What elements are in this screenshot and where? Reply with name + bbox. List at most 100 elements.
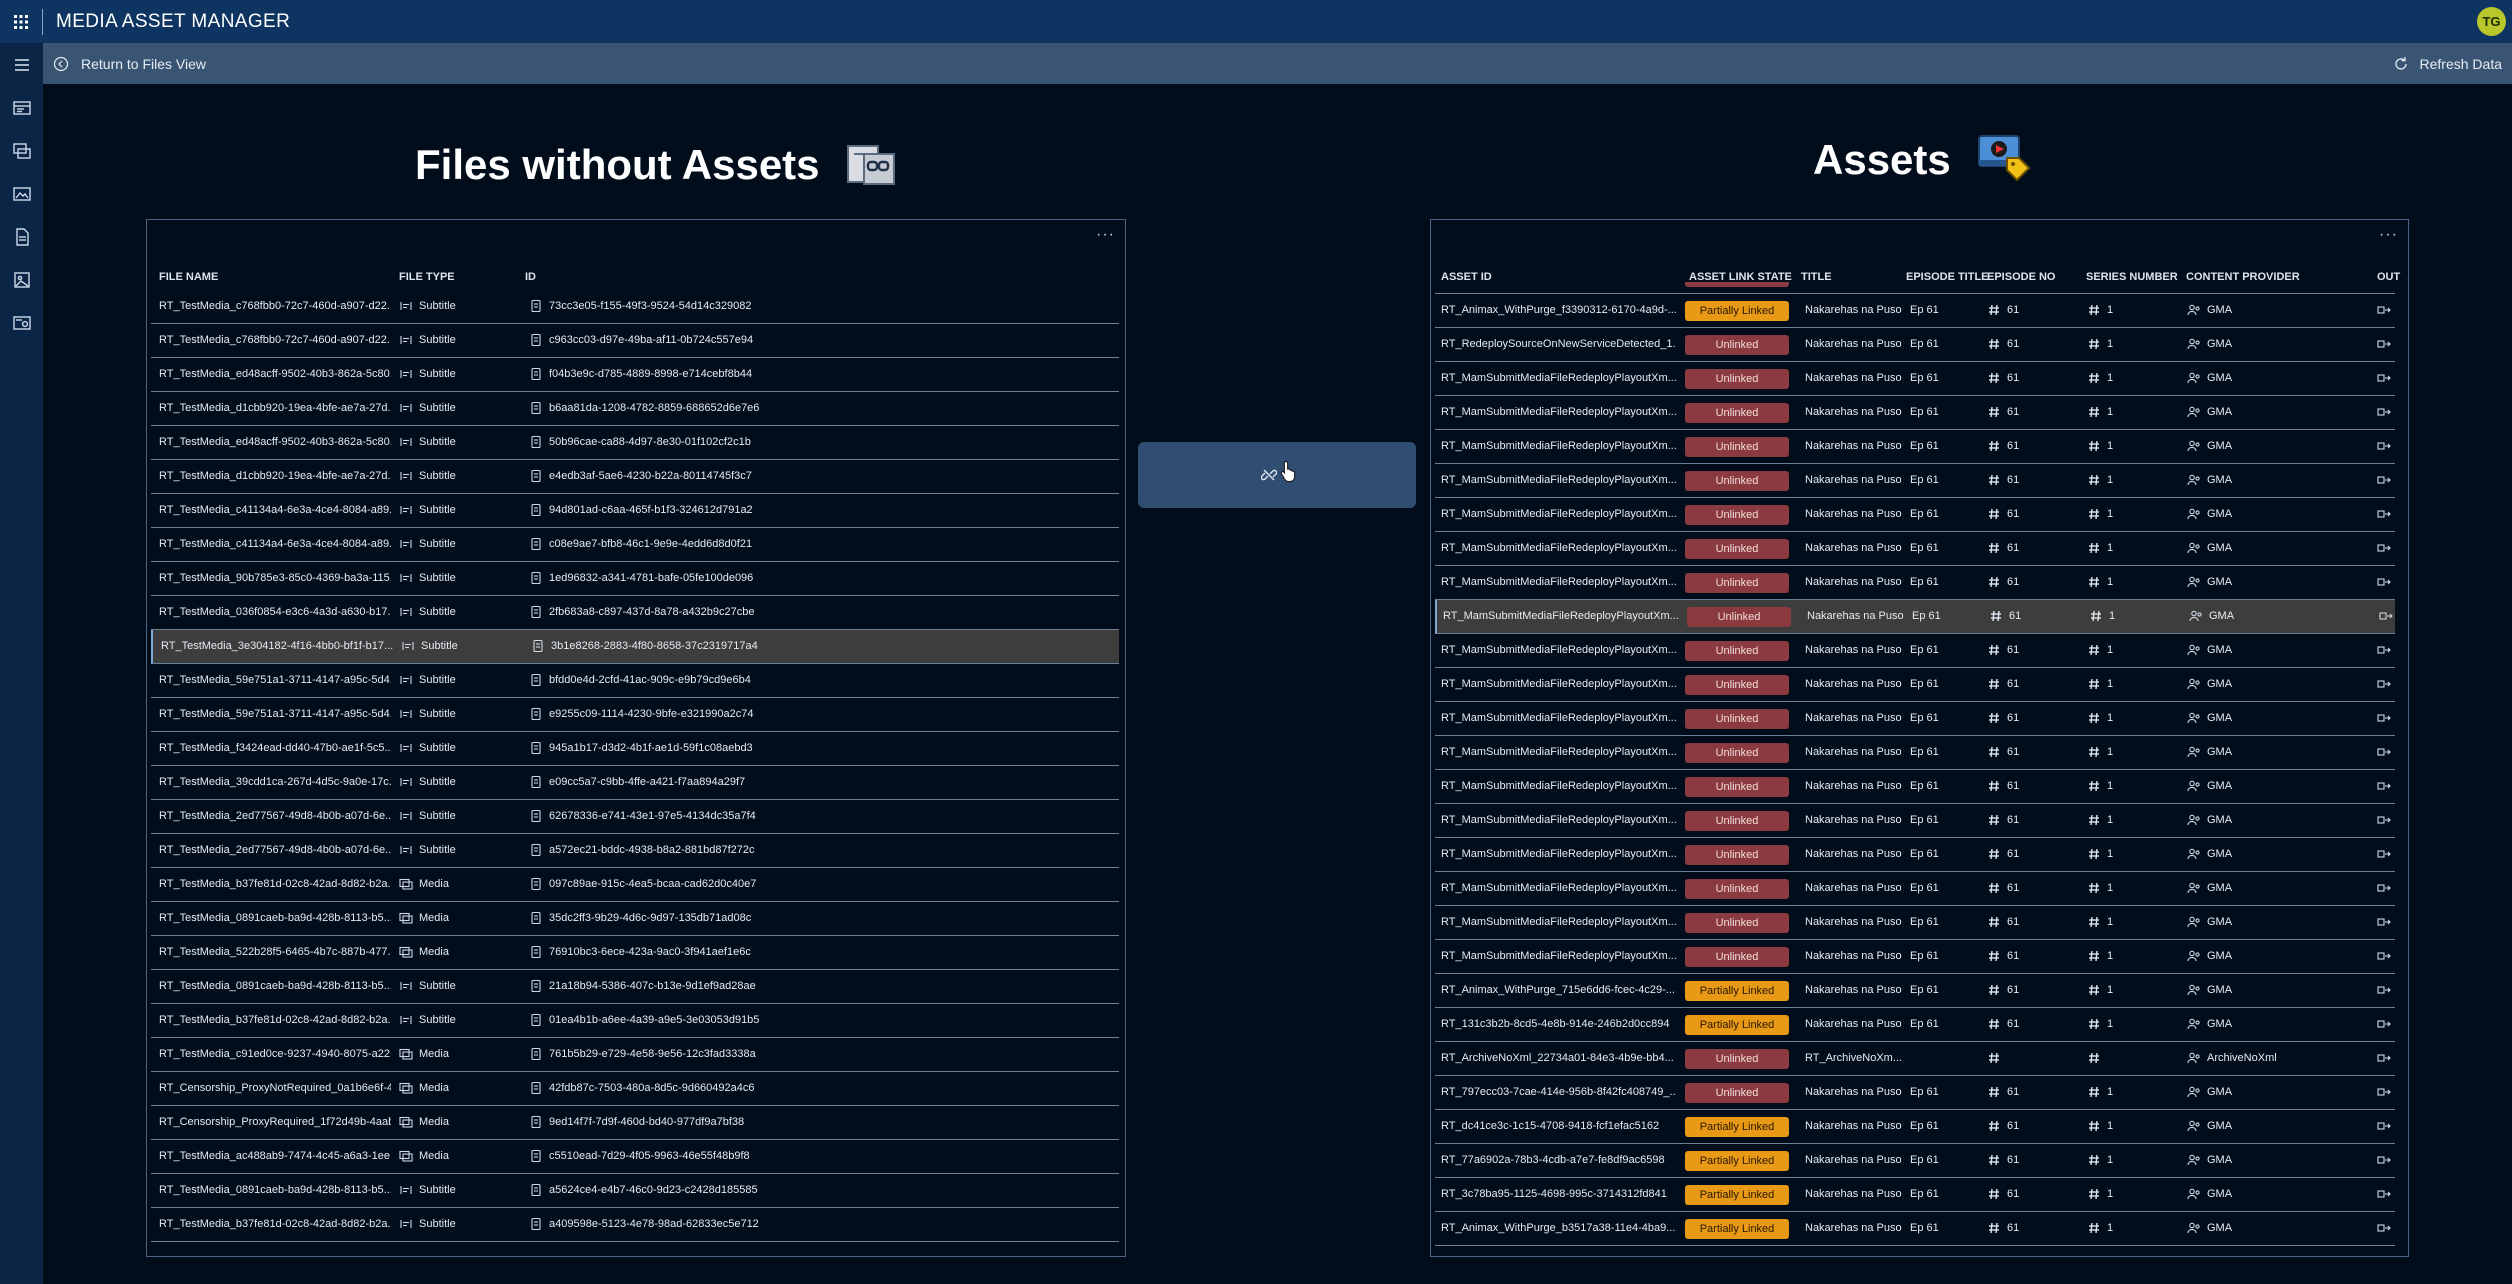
return-to-files-button[interactable]: Return to Files View: [53, 56, 206, 72]
table-row[interactable]: RT_TestMedia_c768fbb0-72c7-460d-a907-d22…: [151, 290, 1119, 324]
hamburger-icon: [14, 58, 29, 71]
file-name-cell: RT_TestMedia_0891caeb-ba9d-428b-8113-b5.…: [159, 912, 391, 924]
table-row[interactable]: RT_TestMedia_59e751a1-3711-4147-a95c-5d4…: [151, 664, 1119, 698]
table-row[interactable]: RT_ArchiveNoXml_22734a01-84e3-4b9e-bb4..…: [1435, 1042, 2395, 1076]
unlinked-badge: Unlinked: [1685, 913, 1789, 933]
table-row[interactable]: RT_TestMedia_f3424ead-dd40-47b0-ae1f-5c5…: [151, 732, 1119, 766]
table-row[interactable]: RT_MamSubmitMediaFileRedeployPlayoutXm..…: [1435, 566, 2395, 600]
table-row[interactable]: RT_TestMedia_b37fe81d-02c8-42ad-8d82-b2a…: [151, 1004, 1119, 1038]
table-row[interactable]: RT_77a6902a-78b3-4cdb-a7e7-fe8df9ac6598 P…: [1435, 1144, 2395, 1178]
table-row[interactable]: RT_MamSubmitMediaFileRedeployPlayoutXm..…: [1435, 600, 2395, 634]
col-id[interactable]: ID: [525, 271, 536, 283]
table-row[interactable]: RT_Animax_WithPurge_715e6dd6-fcec-4c29-.…: [1435, 974, 2395, 1008]
content-provider-icon: [2187, 1017, 2201, 1031]
table-row[interactable]: RT_MamSubmitMediaFileRedeployPlayoutXm..…: [1435, 736, 2395, 770]
table-row[interactable]: RT_TestMedia_b37fe81d-02c8-42ad-8d82-b2a…: [151, 1208, 1119, 1242]
table-row[interactable]: RT_RedeployOnNewServiceDetected_4...Unli…: [1435, 282, 2395, 294]
table-row[interactable]: RT_Censorship_ProxyNotRequired_0a1b6e6f-…: [151, 1072, 1119, 1106]
hash-icon: [2087, 1187, 2101, 1201]
table-row[interactable]: RT_Censorship_ProxyRequired_1f72d49b-4aa…: [151, 1106, 1119, 1140]
files-table-more-button[interactable]: ···: [1096, 226, 1115, 244]
nav-media-files[interactable]: [0, 129, 43, 172]
table-row[interactable]: RT_TestMedia_2ed77567-49d8-4b0b-a07d-6e.…: [151, 800, 1119, 834]
table-row[interactable]: RT_MamSubmitMediaFileRedeployPlayoutXm..…: [1435, 430, 2395, 464]
link-button[interactable]: Li: [1138, 442, 1416, 508]
table-row[interactable]: RT_MamSubmitMediaFileRedeployPlayoutXm..…: [1435, 634, 2395, 668]
table-row[interactable]: RT_TestMedia_3e304182-4f16-4bb0-bf1f-b17…: [151, 630, 1119, 664]
refresh-data-button[interactable]: Refresh Data: [2392, 43, 2502, 84]
table-row[interactable]: RT_TestMedia_036f0854-e3c6-4a3d-a630-b17…: [151, 596, 1119, 630]
nav-assets[interactable]: [0, 172, 43, 215]
table-row[interactable]: RT_TestMedia_c768fbb0-72c7-460d-a907-d22…: [151, 324, 1119, 358]
table-row[interactable]: RT_MamSubmitMediaFileRedeployPlayoutXm..…: [1435, 838, 2395, 872]
table-row[interactable]: RT_TestMedia_c41134a4-6e3a-4ce4-8084-a89…: [151, 528, 1119, 562]
nav-dashboard[interactable]: [0, 86, 43, 129]
table-row[interactable]: RT_TestMedia_0891caeb-ba9d-428b-8113-b5.…: [151, 970, 1119, 1004]
hash-icon: [1987, 779, 2001, 793]
table-row[interactable]: RT_TestMedia_b37fe81d-02c8-42ad-8d82-b2a…: [151, 868, 1119, 902]
table-row[interactable]: RT_RedeploySourceOnNewServiceDetected_1.…: [1435, 328, 2395, 362]
table-row[interactable]: RT_TestMedia_ac488ab9-7474-4c45-a6a3-1ee…: [151, 1140, 1119, 1174]
content-provider-cell: GMA: [2207, 814, 2233, 826]
table-row[interactable]: RT_TestMedia_c41134a4-6e3a-4ce4-8084-a89…: [151, 494, 1119, 528]
table-row[interactable]: RT_TestMedia_c91ed0ce-9237-4940-8075-a22…: [151, 1038, 1119, 1072]
asset-id-cell: RT_MamSubmitMediaFileRedeployPlayoutXm..…: [1441, 644, 1676, 656]
table-row[interactable]: RT_797ecc03-7cae-414e-956b-8f42fc408749_…: [1435, 1076, 2395, 1110]
app-launcher-button[interactable]: [0, 0, 42, 43]
app-title: MEDIA ASSET MANAGER: [56, 10, 291, 32]
table-row[interactable]: RT_TestMedia_59e751a1-3711-4147-a95c-5d4…: [151, 698, 1119, 732]
content-provider-icon: [2187, 507, 2201, 521]
table-row[interactable]: RT_TestMedia_ed48acff-9502-40b3-862a-5c8…: [151, 426, 1119, 460]
id-card-icon: [531, 639, 545, 653]
table-row[interactable]: RT_TestMedia_90b785e3-85c0-4369-ba3a-115…: [151, 562, 1119, 596]
file-type-cell: Subtitle: [419, 334, 456, 346]
left-nav-rail: [0, 43, 43, 1284]
table-row[interactable]: RT_MamSubmitMediaFileRedeployPlayoutXm..…: [1435, 362, 2395, 396]
col-file-name[interactable]: FILE NAME: [159, 271, 218, 283]
partially-linked-badge: Partially Linked: [1685, 1185, 1789, 1205]
assets-table-more-button[interactable]: ···: [2379, 226, 2398, 244]
nav-documents[interactable]: [0, 215, 43, 258]
nav-settings[interactable]: [0, 301, 43, 344]
file-id-cell: 01ea4b1b-a6ee-4a39-a9e5-3e03053d91b5: [549, 1014, 760, 1026]
table-row[interactable]: RT_TestMedia_522b28f5-6465-4b7c-887b-477…: [151, 936, 1119, 970]
table-row[interactable]: RT_Animax_WithPurge_f3390312-6170-4a9d-.…: [1435, 294, 2395, 328]
table-row[interactable]: RT_MamSubmitMediaFileRedeployPlayoutXm..…: [1435, 804, 2395, 838]
table-row[interactable]: RT_3c78ba95-1125-4698-995c-3714312fd841 P…: [1435, 1178, 2395, 1212]
table-row[interactable]: RT_TestMedia_0891caeb-ba9d-428b-8113-b5.…: [151, 1174, 1119, 1208]
col-file-type[interactable]: FILE TYPE: [399, 271, 455, 283]
table-row[interactable]: RT_MamSubmitMediaFileRedeployPlayoutXm..…: [1435, 702, 2395, 736]
table-row[interactable]: RT_MamSubmitMediaFileRedeployPlayoutXm..…: [1435, 498, 2395, 532]
episode-no-cell: 61: [2007, 1018, 2020, 1030]
table-row[interactable]: RT_MamSubmitMediaFileRedeployPlayoutXm..…: [1435, 940, 2395, 974]
table-row[interactable]: RT_TestMedia_d1cbb920-19ea-4bfe-ae7a-27d…: [151, 460, 1119, 494]
episode-title-cell: Ep 61: [1910, 780, 1939, 792]
table-row[interactable]: RT_MamSubmitMediaFileRedeployPlayoutXm..…: [1435, 668, 2395, 702]
table-row[interactable]: RT_MamSubmitMediaFileRedeployPlayoutXm..…: [1435, 906, 2395, 940]
series-number-cell: 1: [2107, 950, 2114, 962]
nav-gallery[interactable]: [0, 258, 43, 301]
table-row[interactable]: RT_TestMedia_39cdd1ca-267d-4d5c-9a0e-17c…: [151, 766, 1119, 800]
unlinked-badge: Unlinked: [1685, 335, 1789, 355]
subtitle-icon: [399, 299, 413, 313]
media-icon: [399, 911, 413, 925]
file-type-cell: Media: [419, 912, 449, 924]
table-row[interactable]: RT_Animax_WithPurge_b3517a38-11e4-4ba9..…: [1435, 1212, 2395, 1246]
table-row[interactable]: RT_131c3b2b-8cd5-4e8b-914e-246b2d0cc894 P…: [1435, 1008, 2395, 1042]
file-type-cell: Subtitle: [419, 436, 456, 448]
table-row[interactable]: RT_TestMedia_ed48acff-9502-40b3-862a-5c8…: [151, 358, 1119, 392]
document-icon: [15, 227, 29, 246]
table-row[interactable]: RT_MamSubmitMediaFileRedeployPlayoutXm..…: [1435, 872, 2395, 906]
user-avatar[interactable]: TG: [2477, 7, 2506, 36]
table-row[interactable]: RT_MamSubmitMediaFileRedeployPlayoutXm..…: [1435, 396, 2395, 430]
file-name-cell: RT_TestMedia_c768fbb0-72c7-460d-a907-d22…: [159, 300, 391, 312]
menu-toggle-button[interactable]: [0, 43, 43, 86]
table-row[interactable]: RT_TestMedia_2ed77567-49d8-4b0b-a07d-6e.…: [151, 834, 1119, 868]
table-row[interactable]: RT_MamSubmitMediaFileRedeployPlayoutXm..…: [1435, 464, 2395, 498]
table-row[interactable]: RT_TestMedia_0891caeb-ba9d-428b-8113-b5.…: [151, 902, 1119, 936]
table-row[interactable]: RT_MamSubmitMediaFileRedeployPlayoutXm..…: [1435, 770, 2395, 804]
table-row[interactable]: RT_dc41ce3c-1c15-4708-9418-fcf1efac5162 P…: [1435, 1110, 2395, 1144]
table-row[interactable]: RT_MamSubmitMediaFileRedeployPlayoutXm..…: [1435, 532, 2395, 566]
table-row[interactable]: RT_TestMedia_d1cbb920-19ea-4bfe-ae7a-27d…: [151, 392, 1119, 426]
hash-icon: [1987, 541, 2001, 555]
